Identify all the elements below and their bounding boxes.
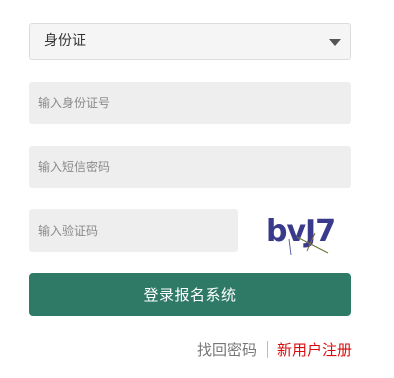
forgot-password-link[interactable]: 找回密码 <box>197 339 257 360</box>
id-type-select[interactable]: 身份证 <box>29 23 351 60</box>
link-divider <box>266 340 268 358</box>
sms-code-input[interactable] <box>29 146 351 188</box>
captcha-image[interactable]: bvJ7 <box>261 203 337 259</box>
login-form: 身份证 bvJ7 登录报名系统 找回密码 新用户注册 <box>0 0 394 378</box>
id-number-input[interactable] <box>29 82 351 124</box>
captcha-graphic: bvJ7 <box>266 214 336 256</box>
chevron-down-icon <box>329 39 341 46</box>
captcha-input[interactable] <box>29 209 238 252</box>
id-type-selected-value: 身份证 <box>44 33 86 49</box>
login-button[interactable]: 登录报名系统 <box>29 273 351 316</box>
captcha-text: bvJ7 <box>266 214 335 249</box>
footer-links: 找回密码 新用户注册 <box>197 338 352 360</box>
register-link[interactable]: 新用户注册 <box>277 339 352 360</box>
